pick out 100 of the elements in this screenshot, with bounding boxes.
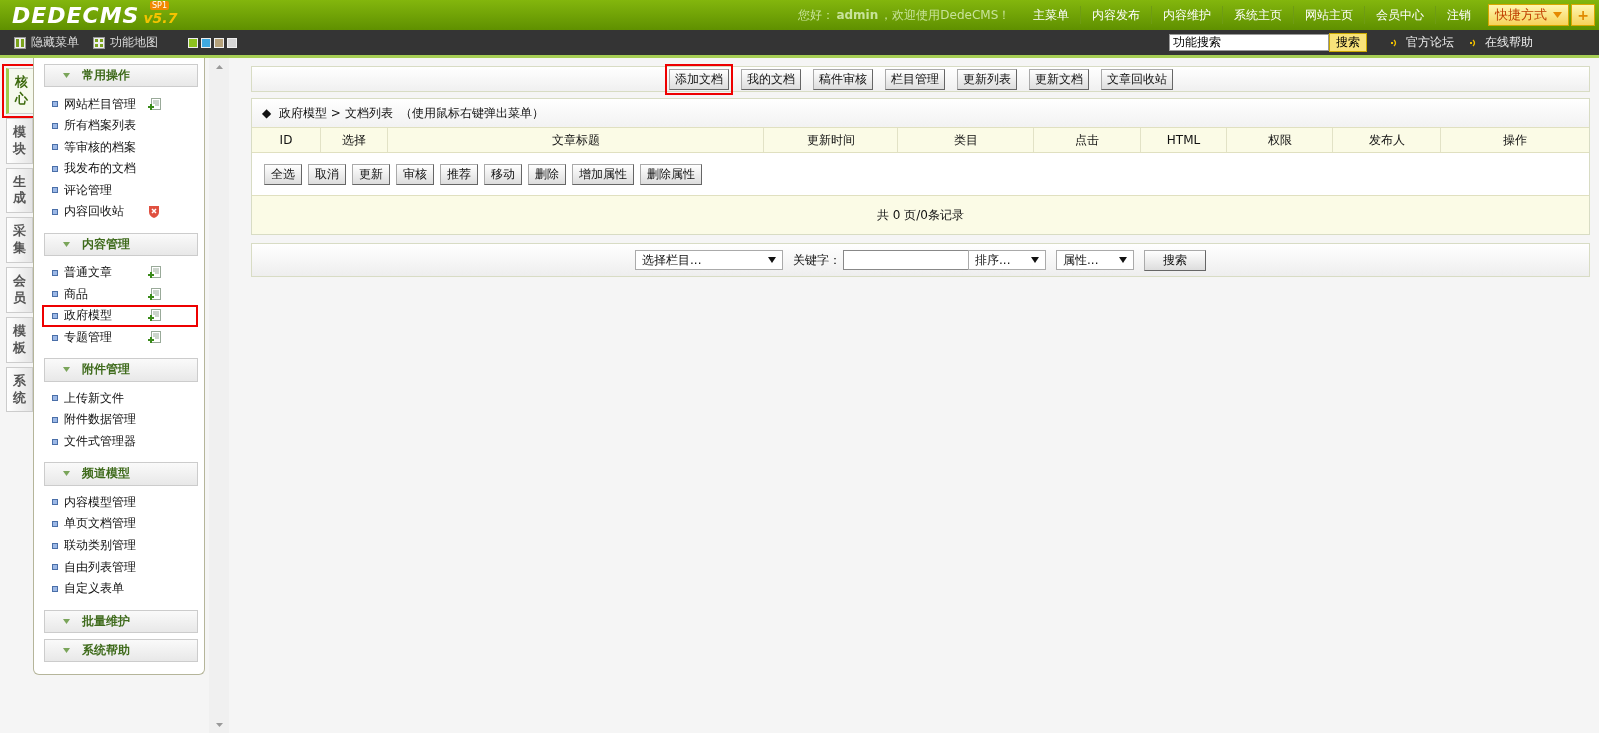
sort-select[interactable]: 排序... [968, 250, 1046, 270]
scroll-up-icon[interactable] [215, 65, 223, 69]
shield-icon[interactable] [148, 205, 160, 219]
category-select[interactable]: 选择栏目... [635, 250, 783, 270]
version-badge: SP1 [150, 1, 169, 10]
menu-group-header[interactable]: 内容管理 [44, 232, 198, 256]
chevron-icon [63, 73, 70, 79]
column-header: 更新时间 [763, 128, 897, 152]
menu-group-header[interactable]: 批量维护 [44, 609, 198, 633]
menu-group-header[interactable]: 附件管理 [44, 358, 198, 382]
action-button[interactable]: 稿件审核 [812, 68, 873, 90]
help-link[interactable]: 官方论坛 [1391, 34, 1454, 51]
search-button[interactable]: 搜索 [1144, 249, 1206, 271]
column-header: 选择 [320, 128, 387, 152]
bullet-icon [52, 144, 58, 151]
side-tab[interactable]: 采集 [6, 217, 33, 264]
bullet-icon [52, 165, 58, 172]
action-button[interactable]: 更新文档 [1028, 68, 1089, 90]
menu-item[interactable]: 附件数据管理 [64, 411, 148, 429]
add-document-icon[interactable] [148, 331, 161, 345]
menu-item[interactable]: 等审核的档案 [64, 138, 148, 156]
side-tab[interactable]: 模板 [6, 316, 33, 363]
skin-swatch[interactable] [188, 37, 198, 48]
bullet-icon [52, 521, 58, 527]
bullet-icon [52, 395, 58, 402]
column-header: 权限 [1226, 128, 1332, 152]
side-tab[interactable]: 会员 [6, 267, 33, 313]
function-search-field[interactable]: 功能搜索 [1169, 34, 1329, 51]
menu-item[interactable]: 文件式管理器 [64, 433, 148, 451]
menu-item[interactable]: 政府模型 [64, 307, 148, 325]
list-action-button[interactable]: 取消 [308, 164, 346, 185]
menu-item[interactable]: 内容模型管理 [64, 493, 148, 511]
menu-item[interactable]: 自定义表单 [64, 580, 148, 598]
menu-group-header[interactable]: 常用操作 [44, 64, 198, 88]
menu-item[interactable]: 所有档案列表 [64, 117, 148, 135]
list-action-button[interactable]: 增加属性 [572, 164, 634, 185]
logo: DEDECMS [12, 2, 140, 30]
menu-item[interactable]: 商品 [64, 285, 148, 303]
list-action-button[interactable]: 全选 [264, 164, 302, 185]
menu-item[interactable]: 评论管理 [64, 181, 148, 199]
skin-swatch[interactable] [214, 37, 224, 48]
menu-item[interactable]: 网站栏目管理 [64, 95, 148, 113]
chevron-icon [63, 471, 70, 477]
bullet-icon [52, 417, 58, 423]
skin-swatch[interactable] [201, 37, 211, 48]
menu-item[interactable]: 上传新文件 [64, 389, 148, 407]
scroll-down-icon[interactable] [215, 723, 223, 727]
welcome-text: 您好： admin ，欢迎使用DedeCMS！ [798, 6, 1011, 24]
menu-item[interactable]: 单页文档管理 [64, 515, 148, 533]
shortcut-dropdown[interactable]: 快捷方式 [1488, 4, 1570, 26]
chevron-icon [63, 647, 70, 653]
list-action-button[interactable]: 删除属性 [640, 164, 702, 185]
search-button[interactable]: 搜索 [1329, 33, 1367, 52]
list-action-button[interactable]: 审核 [396, 164, 434, 185]
side-tab[interactable]: 系统 [6, 366, 33, 413]
version-label: v5.7 [143, 9, 178, 28]
column-header: 点击 [1033, 128, 1140, 152]
dropdown-icon [768, 257, 776, 263]
bullet-icon [52, 122, 58, 129]
menu-group-header[interactable]: 频道模型 [44, 462, 198, 486]
bullet-icon [52, 585, 58, 592]
action-button[interactable]: 我的文档 [740, 68, 801, 90]
menu-item[interactable]: 普通文章 [64, 264, 148, 282]
panel-icon [14, 36, 26, 49]
bullet-icon [52, 187, 58, 194]
add-document-icon[interactable] [148, 97, 161, 111]
menu-item[interactable]: 联动类别管理 [64, 537, 148, 555]
pager-text: 共 0 页/0条记录 [877, 206, 964, 224]
list-action-button[interactable]: 更新 [352, 164, 390, 185]
action-button[interactable]: 栏目管理 [884, 68, 945, 90]
grid-icon [93, 36, 105, 49]
menu-group-header[interactable]: 系统帮助 [44, 638, 198, 662]
list-action-button[interactable]: 移动 [484, 164, 522, 185]
action-button[interactable]: 文章回收站 [1100, 68, 1173, 90]
menu-item[interactable]: 自由列表管理 [64, 558, 148, 576]
signal-icon [1470, 38, 1477, 47]
menu-item[interactable]: 专题管理 [64, 329, 148, 347]
chevron-icon [63, 241, 70, 247]
action-button[interactable]: 更新列表 [956, 68, 1017, 90]
menu-item[interactable]: 内容回收站 [64, 203, 148, 221]
skin-swatch[interactable] [227, 37, 237, 48]
add-document-icon[interactable] [148, 309, 161, 323]
function-map-link[interactable]: 功能地图 [93, 34, 158, 51]
column-header: ID [278, 132, 294, 149]
side-tab[interactable]: 生成 [6, 167, 33, 214]
list-action-button[interactable]: 删除 [528, 164, 566, 185]
hide-menu-link[interactable]: 隐藏菜单 [14, 34, 79, 51]
add-document-icon[interactable] [148, 266, 161, 280]
side-tab[interactable]: 模块 [6, 117, 33, 164]
column-header: 类目 [897, 128, 1033, 152]
attribute-select[interactable]: 属性... [1056, 250, 1134, 270]
keyword-label: 关键字： [793, 251, 841, 269]
list-action-button[interactable]: 推荐 [440, 164, 478, 185]
bullet-icon [52, 269, 58, 276]
keyword-field[interactable] [843, 250, 968, 270]
menu-item[interactable]: 我发布的文档 [64, 160, 148, 178]
help-link[interactable]: 在线帮助 [1470, 34, 1533, 51]
action-button[interactable]: 添加文档 [668, 68, 729, 90]
add-document-icon[interactable] [148, 287, 161, 301]
bullet-icon [52, 438, 58, 445]
